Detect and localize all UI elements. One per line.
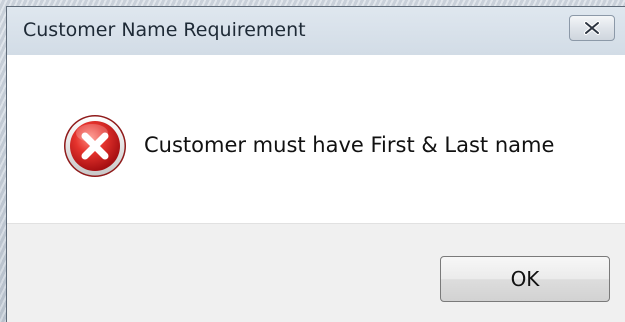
title-bar[interactable]: Customer Name Requirement <box>7 7 625 55</box>
close-icon <box>583 21 601 35</box>
error-icon <box>62 113 128 179</box>
dialog-footer: OK <box>7 223 625 322</box>
dialog-content: Customer must have First & Last name <box>7 55 625 223</box>
dialog-title: Customer Name Requirement <box>23 19 306 41</box>
message-dialog: Customer Name Requirement Customer must … <box>6 6 625 322</box>
error-message: Customer must have First & Last name <box>144 133 555 157</box>
ok-button[interactable]: OK <box>440 256 610 302</box>
close-button[interactable] <box>569 15 615 41</box>
